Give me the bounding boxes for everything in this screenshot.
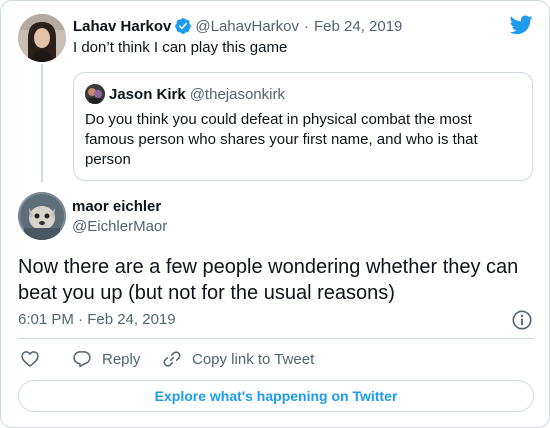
copy-link-button[interactable]: Copy link to Tweet — [162, 347, 314, 371]
avatar[interactable] — [18, 192, 66, 240]
tweet-timestamp[interactable]: 6:01 PM · Feb 24, 2019 — [18, 310, 176, 330]
explore-button-label: Explore what's happening on Twitter — [154, 388, 398, 404]
like-button[interactable] — [20, 347, 40, 371]
verified-icon — [175, 18, 192, 34]
avatar[interactable] — [18, 14, 66, 62]
copy-link-icon — [163, 351, 181, 367]
author-name: Jason Kirk — [109, 85, 186, 103]
twitter-logo-icon[interactable] — [510, 15, 533, 35]
author-handle[interactable]: @EichlerMaor — [72, 217, 167, 237]
divider — [18, 338, 534, 339]
reply-button[interactable]: Reply — [72, 347, 140, 371]
reply-icon — [73, 351, 91, 368]
reply-label: Reply — [102, 350, 141, 368]
explore-twitter-button[interactable]: Explore what's happening on Twitter — [18, 380, 534, 412]
thread-line — [41, 64, 43, 182]
parent-tweet-text: I don’t think I can play this game — [73, 39, 288, 56]
quoted-tweet-text: Do you think you could defeat in physica… — [85, 111, 478, 168]
heart-icon — [21, 351, 39, 367]
author-name[interactable]: Lahav Harkov — [73, 18, 171, 35]
quoted-tweet[interactable]: Jason Kirk @thejasonkirk Do you think yo… — [73, 72, 533, 181]
copy-link-label: Copy link to Tweet — [192, 350, 315, 368]
separator: · — [304, 17, 309, 35]
info-icon[interactable] — [511, 309, 533, 331]
author-name[interactable]: maor eichler — [72, 197, 161, 217]
tweet-date[interactable]: Feb 24, 2019 — [314, 18, 402, 35]
tweet-embed-card: Lahav Harkov @LahavHarkov · Feb 24, 2019… — [0, 0, 550, 428]
parent-tweet-header: Lahav Harkov @LahavHarkov · Feb 24, 2019 — [73, 15, 402, 37]
author-handle: @thejasonkirk — [189, 85, 285, 103]
main-tweet-text: Now there are a few people wondering whe… — [18, 256, 519, 304]
author-handle[interactable]: @LahavHarkov — [195, 18, 299, 35]
avatar — [85, 84, 105, 104]
quoted-tweet-header: Jason Kirk @thejasonkirk — [85, 84, 285, 104]
